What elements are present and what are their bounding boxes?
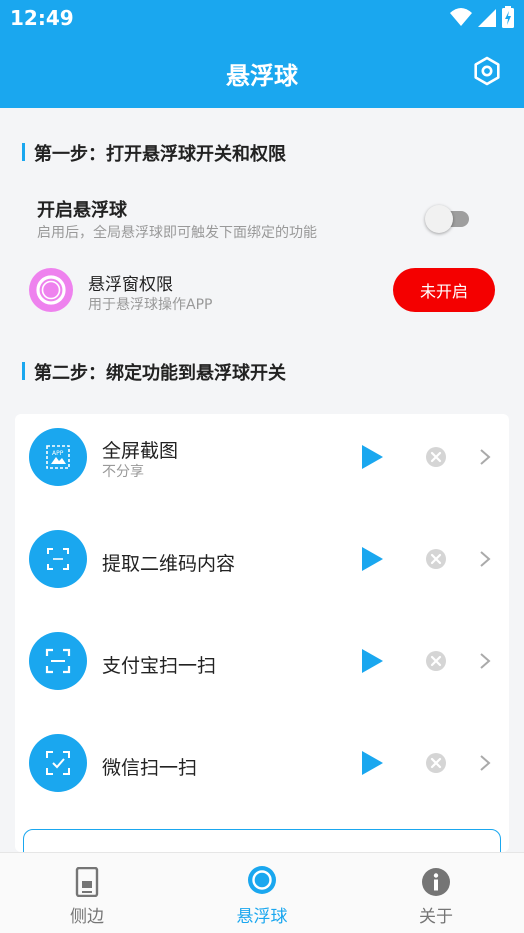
- chevron-right-icon[interactable]: [479, 652, 491, 670]
- info-icon: [422, 868, 450, 896]
- signal-icon: [478, 9, 496, 27]
- chevron-right-icon[interactable]: [479, 550, 491, 568]
- float-switch-subtitle: 启用后，全局悬浮球即可触发下面绑定的功能: [37, 225, 317, 241]
- screenshot-icon: APP: [29, 428, 87, 486]
- clear-icon[interactable]: [426, 447, 446, 467]
- permission-status-button[interactable]: 未开启: [393, 268, 495, 312]
- page-title: 悬浮球: [226, 62, 298, 90]
- app-header: 12:49 悬浮球: [0, 0, 524, 108]
- toggle-knob: [425, 205, 453, 233]
- function-title: 全屏截图: [102, 440, 179, 462]
- qr-scan-icon: [29, 530, 87, 588]
- nav-label: 关于: [419, 907, 453, 927]
- phone-sidebar-icon: [75, 867, 99, 897]
- permission-subtitle: 用于悬浮球操作APP: [88, 297, 213, 313]
- play-icon[interactable]: [359, 546, 385, 572]
- function-row-alipay-scan[interactable]: 支付宝扫一扫: [15, 618, 509, 720]
- nav-item-about[interactable]: 关于: [376, 853, 496, 933]
- status-time: 12:49: [10, 6, 74, 30]
- clear-icon[interactable]: [426, 753, 446, 773]
- permission-title: 悬浮窗权限: [88, 275, 173, 295]
- permission-icon: [29, 268, 73, 312]
- chevron-right-icon[interactable]: [479, 754, 491, 772]
- step1-title: 第一步：打开悬浮球开关和权限: [22, 140, 286, 166]
- scan-icon: [29, 632, 87, 690]
- function-title: 微信扫一扫: [102, 757, 198, 779]
- settings-button[interactable]: [472, 56, 502, 86]
- function-row-wechat-scan[interactable]: 微信扫一扫: [15, 720, 509, 822]
- nav-item-float-ball[interactable]: 悬浮球: [202, 853, 322, 933]
- nav-item-sidebar[interactable]: 侧边: [27, 853, 147, 933]
- wechat-scan-icon: [29, 734, 87, 792]
- float-switch-title: 开启悬浮球: [37, 200, 127, 221]
- function-subtitle: 不分享: [102, 464, 144, 480]
- chevron-right-icon[interactable]: [479, 448, 491, 466]
- clear-icon[interactable]: [426, 549, 446, 569]
- nav-label: 悬浮球: [236, 907, 288, 927]
- add-function-button[interactable]: [23, 829, 501, 852]
- float-ball-toggle[interactable]: [425, 203, 471, 233]
- battery-charging-icon: [502, 6, 514, 28]
- function-row-qr-extract[interactable]: 提取二维码内容: [15, 516, 509, 618]
- function-title: 支付宝扫一扫: [102, 655, 217, 677]
- float-ball-icon: [248, 866, 276, 894]
- status-icons: [450, 6, 514, 28]
- nav-label: 侧边: [70, 907, 104, 927]
- clear-icon[interactable]: [426, 651, 446, 671]
- function-title: 提取二维码内容: [102, 553, 236, 575]
- function-row-screenshot[interactable]: APP 全屏截图 不分享: [15, 414, 509, 516]
- play-icon[interactable]: [359, 750, 385, 776]
- play-icon[interactable]: [359, 444, 385, 470]
- wifi-icon: [450, 8, 472, 26]
- svg-text:APP: APP: [52, 450, 64, 457]
- play-icon[interactable]: [359, 648, 385, 674]
- bottom-navigation: 侧边 悬浮球 关于: [0, 852, 524, 933]
- step2-title: 第二步：绑定功能到悬浮球开关: [22, 359, 286, 385]
- settings-icon: [474, 56, 500, 86]
- function-list-card: APP 全屏截图 不分享 提取二维码内容 支付宝扫一扫 微信扫一扫: [15, 414, 509, 852]
